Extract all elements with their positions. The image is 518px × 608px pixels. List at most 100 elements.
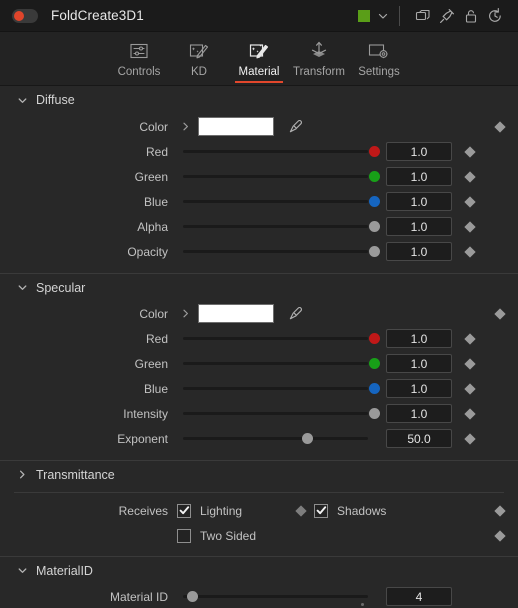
slider-specular-exponent[interactable]: [177, 426, 374, 451]
pin-icon[interactable]: [435, 4, 459, 28]
value-input[interactable]: 1.0: [386, 379, 452, 398]
duplicate-icon[interactable]: [411, 4, 435, 28]
transform-icon: [306, 38, 332, 64]
slider-diffuse-blue[interactable]: [177, 189, 380, 214]
tab-controls-label: Controls: [117, 66, 161, 78]
tab-kd[interactable]: KD: [169, 36, 229, 78]
slider-thumb[interactable]: [187, 591, 199, 602]
keyframe-button[interactable]: [482, 120, 518, 133]
slider-thumb[interactable]: [368, 146, 380, 157]
tab-controls[interactable]: Controls: [109, 36, 169, 78]
enable-toggle-indicator: [14, 10, 24, 21]
value-input[interactable]: 1.0: [386, 354, 452, 373]
keyframe-button[interactable]: [452, 245, 488, 258]
slider-marker-dot: [361, 603, 364, 606]
reset-icon[interactable]: [483, 4, 507, 28]
slider-specular-intensity[interactable]: [177, 401, 380, 426]
node-color-chip[interactable]: [358, 9, 370, 22]
keyframe-button[interactable]: [452, 145, 488, 158]
value-input[interactable]: 1.0: [386, 404, 452, 423]
keyframe-button[interactable]: [452, 220, 488, 233]
slider-diffuse-opacity[interactable]: [177, 239, 380, 264]
chevron-right-icon[interactable]: [177, 121, 195, 132]
checkbox-shadows[interactable]: [314, 503, 329, 518]
chevron-right-icon[interactable]: [177, 308, 195, 319]
slider-thumb[interactable]: [368, 246, 380, 257]
controls-icon: [128, 38, 150, 64]
slider-material-id[interactable]: [177, 584, 374, 608]
node-enable-toggle[interactable]: [12, 8, 38, 23]
keyframe-button[interactable]: [452, 432, 488, 445]
slider-thumb[interactable]: [301, 433, 313, 444]
checkbox-two-sided[interactable]: [177, 528, 191, 543]
keyframe-button[interactable]: [482, 307, 518, 320]
diamond-icon: [464, 220, 476, 233]
slider-thumb[interactable]: [368, 171, 380, 182]
row-label: Opacity: [127, 244, 168, 259]
row-specular-blue: Blue 1.0: [0, 376, 518, 401]
keyframe-button-two-sided[interactable]: [482, 529, 518, 542]
value-input[interactable]: 1.0: [386, 142, 452, 161]
value-input[interactable]: 1.0: [386, 329, 452, 348]
value-input[interactable]: 1.0: [386, 192, 452, 211]
keyframe-button[interactable]: [452, 357, 488, 370]
color-swatch[interactable]: [198, 304, 274, 323]
group-header-specular[interactable]: Specular: [0, 273, 518, 301]
slider-thumb[interactable]: [368, 196, 380, 207]
checkbox-lighting[interactable]: [177, 503, 191, 518]
slider-specular-red[interactable]: [177, 326, 380, 351]
diamond-icon: [295, 504, 307, 517]
tab-material[interactable]: Material: [229, 36, 289, 83]
slider-specular-green[interactable]: [177, 351, 380, 376]
eyedropper-icon[interactable]: [278, 305, 314, 322]
eyedropper-icon[interactable]: [278, 118, 314, 135]
slider-diffuse-alpha[interactable]: [177, 214, 380, 239]
keyframe-button[interactable]: [452, 170, 488, 183]
row-label: Blue: [143, 194, 168, 209]
group-header-transmittance[interactable]: Transmittance: [0, 460, 518, 488]
keyframe-button[interactable]: [452, 195, 488, 208]
chevron-down-icon[interactable]: [377, 10, 389, 22]
slider-track: [183, 225, 368, 228]
diamond-icon: [464, 357, 476, 370]
value-input[interactable]: 1.0: [386, 167, 452, 186]
row-label: Red: [145, 331, 168, 346]
slider-diffuse-green[interactable]: [177, 164, 380, 189]
slider-thumb[interactable]: [368, 408, 380, 419]
row-specular-red: Red 1.0: [0, 326, 518, 351]
value-input[interactable]: 1.0: [386, 242, 452, 261]
slider-thumb[interactable]: [368, 358, 380, 369]
slider-specular-blue[interactable]: [177, 376, 380, 401]
keyframe-button[interactable]: [452, 382, 488, 395]
lock-icon[interactable]: [459, 4, 483, 28]
keyframe-button[interactable]: [452, 332, 488, 345]
row-diffuse-alpha: Alpha 1.0: [0, 214, 518, 239]
tab-settings[interactable]: Settings: [349, 36, 409, 78]
keyframe-button-lighting[interactable]: [288, 504, 314, 517]
value-input[interactable]: 50.0: [386, 429, 452, 448]
color-swatch[interactable]: [198, 117, 274, 136]
diamond-icon: [464, 245, 476, 258]
diamond-icon: [464, 332, 476, 345]
value-input[interactable]: 1.0: [386, 217, 452, 236]
row-diffuse-opacity: Opacity 1.0: [0, 239, 518, 264]
group-header-materialid[interactable]: MaterialID: [0, 556, 518, 584]
slider-track: [183, 387, 368, 390]
diamond-icon: [464, 382, 476, 395]
row-label: Blue: [143, 381, 168, 396]
keyframe-button[interactable]: [452, 407, 488, 420]
value-input[interactable]: 4: [386, 587, 452, 606]
kd-icon: [188, 38, 210, 64]
slider-thumb[interactable]: [368, 221, 380, 232]
row-receives: Receives Lighting Shadows: [0, 498, 518, 523]
row-label: Receives: [118, 503, 168, 518]
row-specular-color: Color: [0, 301, 518, 326]
slider-thumb[interactable]: [368, 333, 380, 344]
chevron-right-icon: [14, 469, 30, 480]
slider-thumb[interactable]: [368, 383, 380, 394]
tab-transform[interactable]: Transform: [289, 36, 349, 78]
group-header-diffuse[interactable]: Diffuse: [0, 86, 518, 114]
row-diffuse-green: Green 1.0: [0, 164, 518, 189]
keyframe-button-shadows[interactable]: [482, 504, 518, 517]
slider-diffuse-red[interactable]: [177, 139, 380, 164]
